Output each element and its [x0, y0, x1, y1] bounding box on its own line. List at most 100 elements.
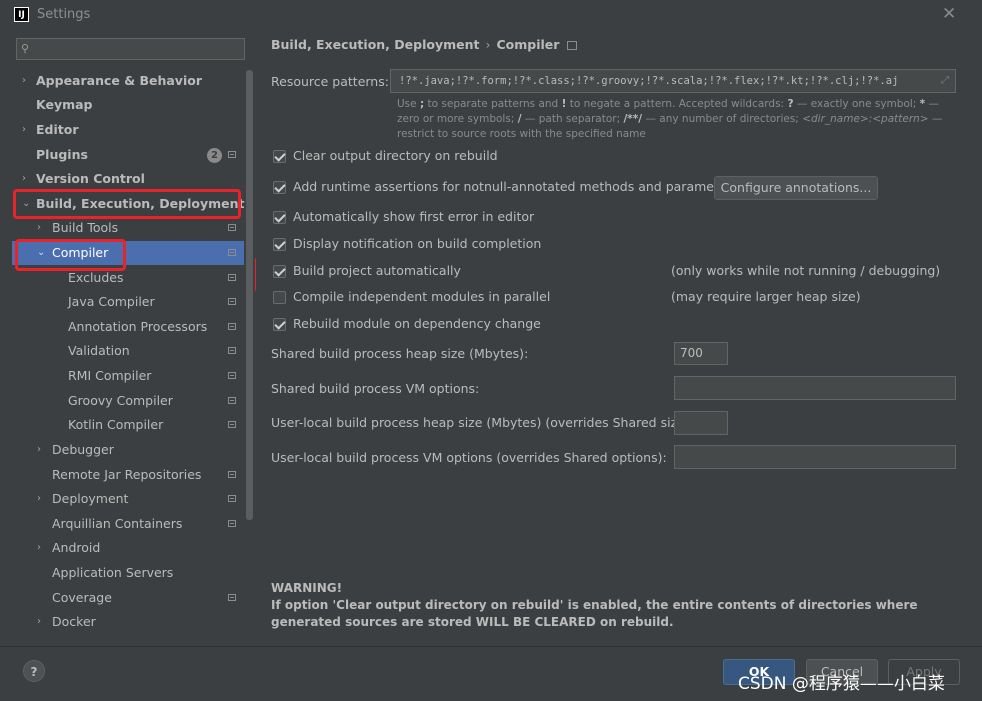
sidebar-item-coverage[interactable]: Coverage: [12, 586, 244, 610]
sidebar-scrollbar[interactable]: [246, 70, 253, 520]
updates-badge: 2: [207, 148, 222, 163]
sidebar-item-label: Build Tools: [52, 220, 119, 235]
user-vm-options-label: User-local build process VM options (ove…: [271, 450, 667, 465]
runtime-assertions-checkbox[interactable]: [273, 181, 286, 194]
project-settings-icon: [228, 594, 236, 601]
sidebar-item-groovy-compiler[interactable]: Groovy Compiler: [12, 389, 244, 413]
sidebar-item-deployment[interactable]: › Deployment: [12, 487, 244, 511]
project-settings-icon: [228, 495, 236, 502]
display-notification-checkbox[interactable]: [273, 238, 286, 251]
sidebar-item-compiler[interactable]: ⌄ Compiler: [12, 241, 244, 265]
window-title: Settings: [37, 7, 91, 22]
sidebar-item-appearance[interactable]: › Appearance & Behavior: [12, 69, 244, 93]
sidebar-item-label: Keymap: [36, 97, 93, 112]
project-settings-icon: [228, 347, 236, 354]
show-first-error-label: Automatically show first error in editor: [293, 209, 535, 224]
compiler-settings-panel: Build, Execution, Deployment › Compiler Re…: [256, 30, 982, 646]
search-icon: ⚲: [21, 42, 30, 55]
heap-size-value: 700: [680, 346, 703, 360]
sidebar-item-version-control[interactable]: › Version Control: [12, 167, 244, 191]
build-auto-checkbox[interactable]: [273, 265, 286, 278]
dialog-footer: ? OK Cancel Apply CSDN @程序猿——小白菜: [0, 646, 982, 701]
sidebar-item-build-tools[interactable]: › Build Tools: [12, 216, 244, 240]
chevron-right-icon: ›: [37, 493, 41, 504]
sidebar-item-android[interactable]: › Android: [12, 536, 244, 560]
sidebar-item-debugger[interactable]: › Debugger: [12, 438, 244, 462]
sidebar-item-label: Build, Execution, Deployment: [36, 196, 245, 211]
sidebar-item-label: Kotlin Compiler: [68, 417, 164, 432]
compile-parallel-checkbox[interactable]: [273, 291, 286, 304]
project-settings-icon: [228, 323, 236, 330]
search-input[interactable]: ⚲: [16, 38, 245, 60]
help-button[interactable]: ?: [23, 660, 45, 682]
csdn-watermark: CSDN @程序猿——小白菜: [738, 674, 945, 694]
sidebar-item-label: Debugger: [52, 442, 114, 457]
resource-patterns-input[interactable]: !?*.java;!?*.form;!?*.class;!?*.groovy;!…: [390, 69, 956, 93]
sidebar-item-arquillian-containers[interactable]: Arquillian Containers: [12, 512, 244, 536]
sidebar-item-keymap[interactable]: Keymap: [12, 93, 244, 117]
chevron-right-icon: ›: [37, 616, 41, 627]
vm-options-label: Shared build process VM options:: [271, 381, 480, 396]
heap-size-input[interactable]: 700: [674, 342, 728, 365]
sidebar-item-label: Java Compiler: [68, 294, 155, 309]
clear-output-checkbox[interactable]: [273, 150, 286, 163]
resource-patterns-hint: Use ; to separate patterns and ! to nega…: [397, 98, 943, 140]
chevron-right-icon: ›: [22, 124, 26, 135]
sidebar-item-java-compiler[interactable]: Java Compiler: [12, 290, 244, 314]
close-icon[interactable]: ✕: [942, 4, 956, 24]
user-heap-size-input[interactable]: [674, 411, 728, 435]
sidebar-item-label: Groovy Compiler: [68, 393, 173, 408]
sidebar-item-label: Validation: [68, 343, 130, 358]
vm-options-input[interactable]: [674, 376, 956, 400]
expand-icon[interactable]: ⤢: [941, 75, 949, 86]
sidebar-item-label: Compiler: [52, 245, 109, 260]
chevron-right-icon: ›: [37, 222, 41, 233]
sidebar-item-remote-jar-repositories[interactable]: Remote Jar Repositories: [12, 463, 244, 487]
build-auto-label: Build project automatically: [293, 263, 461, 278]
sidebar-item-editor[interactable]: › Editor: [12, 118, 244, 142]
sidebar-item-label: Version Control: [36, 171, 145, 186]
project-settings-icon: [228, 520, 236, 527]
heap-size-label: Shared build process heap size (Mbytes):: [271, 346, 529, 361]
sidebar-item-excludes[interactable]: Excludes: [12, 266, 244, 290]
sidebar-item-label: Appearance & Behavior: [36, 73, 202, 88]
sidebar-item-label: Remote Jar Repositories: [52, 467, 202, 482]
settings-sidebar: ⚲ › Appearance & Behavior Keymap › Edito…: [0, 30, 256, 646]
user-vm-options-input[interactable]: [674, 445, 956, 469]
chevron-right-icon: ›: [37, 542, 41, 553]
breadcrumb-parent[interactable]: Build, Execution, Deployment: [271, 37, 479, 52]
build-auto-note: (only works while not running / debuggin…: [671, 263, 941, 278]
rebuild-dependency-checkbox[interactable]: [273, 318, 286, 331]
display-notification-label: Display notification on build completion: [293, 236, 542, 251]
sidebar-item-rmi-compiler[interactable]: RMI Compiler: [12, 364, 244, 388]
sidebar-item-label: Application Servers: [52, 565, 174, 580]
configure-annotations-button[interactable]: Configure annotations...: [714, 176, 878, 200]
compile-parallel-note: (may require larger heap size): [671, 289, 861, 304]
breadcrumb: Build, Execution, Deployment › Compiler: [271, 37, 578, 52]
breadcrumb-separator: ›: [485, 37, 491, 52]
project-settings-icon: [567, 41, 578, 50]
project-settings-icon: [228, 372, 236, 379]
chevron-right-icon: ›: [37, 444, 41, 455]
show-first-error-checkbox[interactable]: [273, 211, 286, 224]
sidebar-item-docker[interactable]: › Docker: [12, 610, 244, 634]
resource-patterns-label: Resource patterns:: [271, 74, 389, 89]
warning-message: WARNING! If option 'Clear output directo…: [271, 580, 961, 631]
project-settings-icon: [228, 249, 236, 256]
sidebar-item-label: RMI Compiler: [68, 368, 152, 383]
sidebar-item-label: Android: [52, 540, 101, 555]
sidebar-item-build-execution-deployment[interactable]: ⌄ Build, Execution, Deployment: [12, 192, 244, 216]
project-settings-icon: [228, 471, 236, 478]
project-settings-icon: [228, 151, 236, 158]
sidebar-item-kotlin-compiler[interactable]: Kotlin Compiler: [12, 413, 244, 437]
sidebar-item-application-servers[interactable]: Application Servers: [12, 561, 244, 585]
clear-output-label: Clear output directory on rebuild: [293, 148, 498, 163]
sidebar-item-annotation-processors[interactable]: Annotation Processors: [12, 315, 244, 339]
warning-title: WARNING!: [271, 581, 343, 595]
runtime-assertions-label: Add runtime assertions for notnull-annot…: [293, 179, 739, 194]
sidebar-item-plugins[interactable]: Plugins 2: [12, 143, 244, 167]
project-settings-icon: [228, 274, 236, 281]
user-heap-size-label: User-local build process heap size (Mbyt…: [271, 415, 694, 430]
sidebar-item-validation[interactable]: Validation: [12, 339, 244, 363]
project-settings-icon: [228, 397, 236, 404]
